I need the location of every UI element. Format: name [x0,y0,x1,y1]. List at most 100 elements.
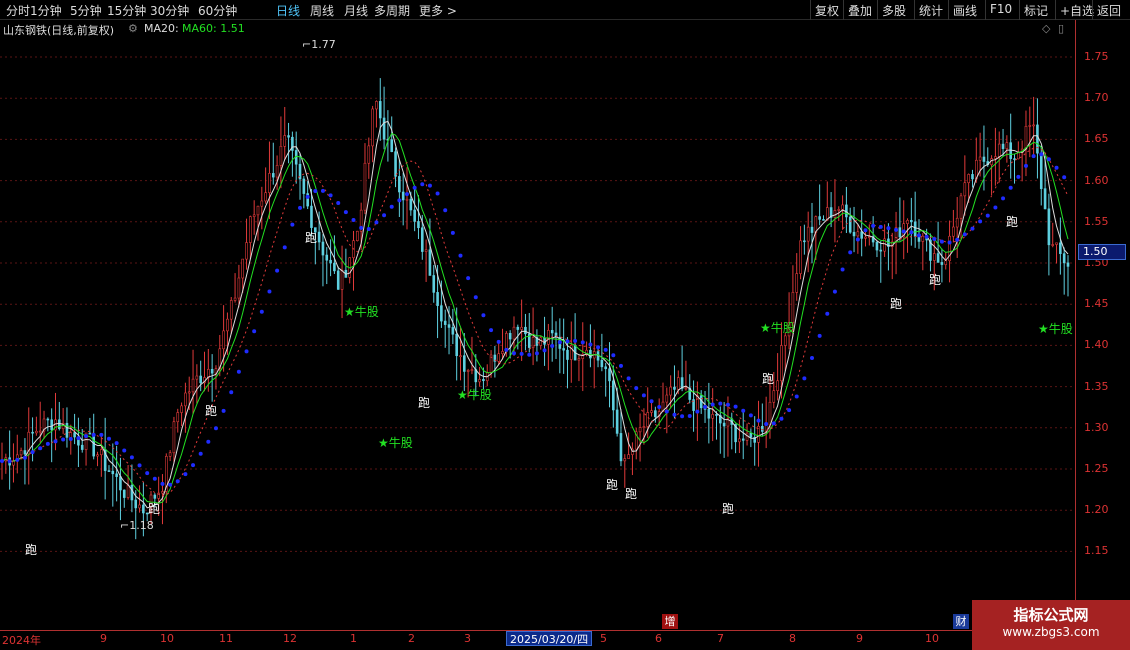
candle-body [1005,142,1009,149]
period-tab-1[interactable]: 1分钟 [30,2,62,19]
candle-body [627,454,630,459]
period-tab-10[interactable]: 更多 > [419,2,457,19]
trend-dot [687,414,692,419]
period-tab-7[interactable]: 周线 [310,2,334,19]
candle-body [1059,242,1062,254]
period-tab-0[interactable]: 分时 [6,2,30,19]
candle-body [138,504,141,509]
candle-body [638,427,642,433]
candle-body [187,391,191,394]
candle-body [310,205,313,228]
candle-body [1032,124,1035,127]
candle-body [463,355,466,372]
period-tab-4[interactable]: 30分钟 [150,2,189,19]
candle-body [940,262,944,265]
candle-body [92,433,95,457]
candle-body [547,330,550,345]
candle-body [684,387,688,390]
trend-dot [99,432,104,437]
date-label: 2 [408,632,415,645]
toolbar-button-4[interactable]: 画线 [948,0,981,20]
period-tab-6[interactable]: 日线 [276,2,300,19]
trend-dot [787,408,792,413]
toolbar-button-5[interactable]: F10 [985,0,1016,20]
trend-dot [978,219,983,224]
trend-dot [397,198,402,203]
panel-toggle-icon[interactable]: ▯ [1058,22,1064,35]
trend-dot [557,340,562,345]
zeng-badge[interactable]: 增 [662,614,678,629]
price-tick: 1.25 [1084,462,1109,475]
candle-body [761,425,764,432]
toolbar-button-8[interactable]: 返回 [1092,0,1125,20]
candle-body [88,432,92,435]
run-signal: 跑 [762,372,775,386]
trend-dot [855,237,860,242]
current-price-tag: 1.50 [1078,244,1126,260]
info-bar: 山东钢铁(日线,前复权) ⚙ MA20: MA60: 1.51 ◇ ▯ [0,20,1080,38]
candle-body [520,326,523,330]
candle-body [959,195,963,219]
trend-dot [596,345,601,350]
trend-dot [909,230,914,235]
trend-dot [603,347,608,352]
moving-averages [1,120,1069,509]
candle-body [1043,188,1047,210]
toolbar-button-1[interactable]: 叠加 [843,0,876,20]
cai-badge[interactable]: 财 [953,614,969,629]
candle-body [401,191,405,201]
trend-dot [580,340,585,345]
period-tab-3[interactable]: 15分钟 [107,2,146,19]
price-tick: 1.30 [1084,420,1109,434]
candle-body [1024,126,1028,150]
candle-body [994,156,997,159]
candle-body [19,450,23,456]
trend-dot [359,225,364,230]
trend-dot [320,188,325,193]
run-signal: 跑 [625,487,638,501]
candle-body [229,300,233,320]
trend-dot [932,237,937,242]
toolbar-button-0[interactable]: 复权 [810,0,843,20]
candle-body [432,275,436,293]
candle-body [722,422,726,427]
candle-body [955,217,959,228]
date-label: 3 [464,632,471,645]
toolbar-button-3[interactable]: 统计 [914,0,947,20]
candle-body [1055,242,1058,245]
trend-dot [832,289,837,294]
trend-dot [236,369,241,374]
trend-dot [810,356,815,361]
candle-body [279,146,283,166]
candle-body [978,156,982,161]
kline-chart[interactable] [0,38,1075,630]
trend-dot [901,229,906,234]
period-tab-5[interactable]: 60分钟 [198,2,237,19]
trend-dot [894,227,899,232]
candle-body [336,270,340,290]
candle-body [371,108,374,147]
trend-dot [61,437,66,442]
period-tab-9[interactable]: 多周期 [374,2,410,19]
trend-dot [443,208,448,213]
period-tab-8[interactable]: 月线 [344,2,368,19]
candle-body [199,375,202,384]
candle-body [100,449,103,456]
candle-body [669,386,672,396]
settings-gear-icon[interactable]: ⚙ [128,22,138,35]
trend-dot [84,434,89,439]
candle-body [455,333,458,357]
run-signal: 跑 [148,502,161,516]
trend-dot [137,463,142,468]
period-tab-2[interactable]: 5分钟 [70,2,102,19]
toolbar-button-2[interactable]: 多股 [877,0,910,20]
toolbar-button-6[interactable]: 标记 [1019,0,1052,20]
candle-body [363,162,367,211]
candle-body [249,216,252,243]
diamond-icon[interactable]: ◇ [1042,22,1050,35]
candle-body [615,409,619,434]
bull-signal: ★牛股 [344,305,379,319]
trend-dot [672,412,677,417]
candle-body [696,395,699,411]
trend-dot [985,213,990,218]
